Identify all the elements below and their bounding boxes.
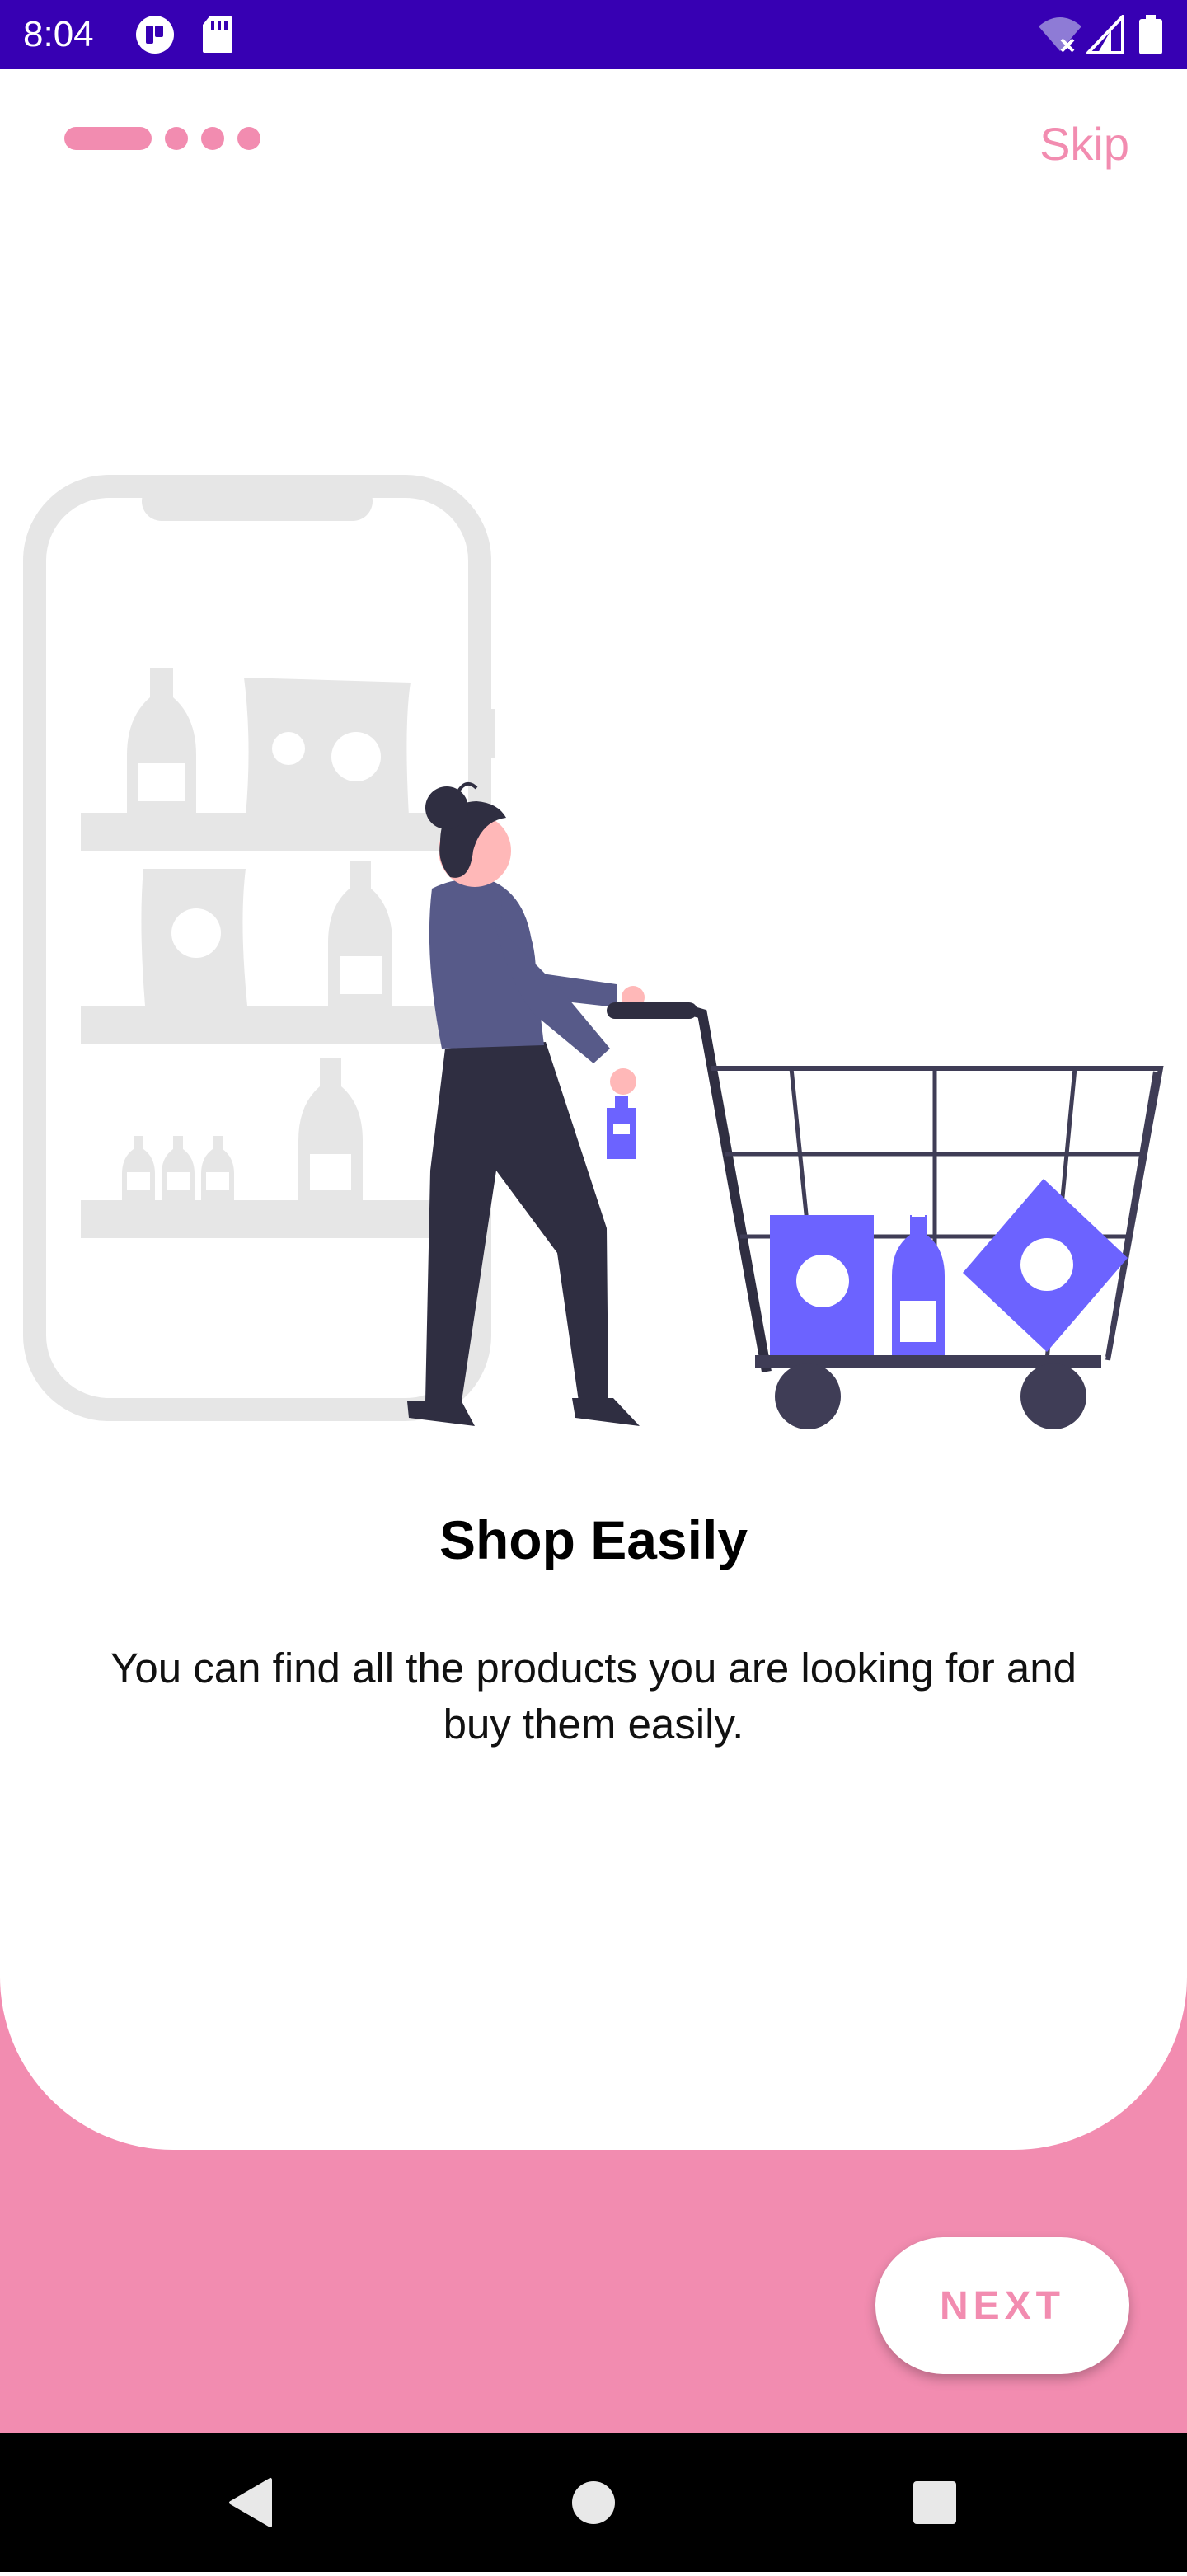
home-icon — [572, 2481, 615, 2524]
phone-outline-icon — [23, 475, 495, 1421]
status-time: 8:04 — [23, 14, 94, 54]
cell-signal-icon — [1086, 15, 1124, 59]
recents-button[interactable] — [869, 2433, 1001, 2572]
back-button[interactable] — [183, 2433, 315, 2572]
onboarding-description: You can find all the products you are lo… — [110, 1645, 1077, 1748]
page-indicator-dot — [165, 127, 188, 150]
shopping-cart-illustration — [0, 462, 1187, 1451]
recents-icon — [913, 2481, 956, 2524]
battery-icon — [1139, 15, 1162, 59]
page-indicator-dot — [237, 127, 260, 150]
app-notification-icon — [135, 15, 175, 59]
skip-button[interactable]: Skip — [1039, 117, 1129, 171]
shopper-icon — [407, 781, 645, 1426]
shopping-cart-icon — [607, 1002, 1164, 1429]
page-indicator-active-dot — [64, 127, 152, 150]
shelves-icon — [81, 668, 443, 1238]
wifi-off-icon — [1037, 15, 1083, 59]
page-indicator-dot — [201, 127, 224, 150]
status-bar: 8:04 — [0, 0, 1187, 69]
home-button[interactable] — [528, 2433, 659, 2572]
onboarding-title: Shop Easily — [439, 1509, 748, 1570]
sd-card-icon — [201, 15, 234, 59]
back-icon — [229, 2478, 272, 2527]
navigation-bar — [0, 2433, 1187, 2572]
next-button[interactable]: NEXT — [875, 2237, 1129, 2374]
